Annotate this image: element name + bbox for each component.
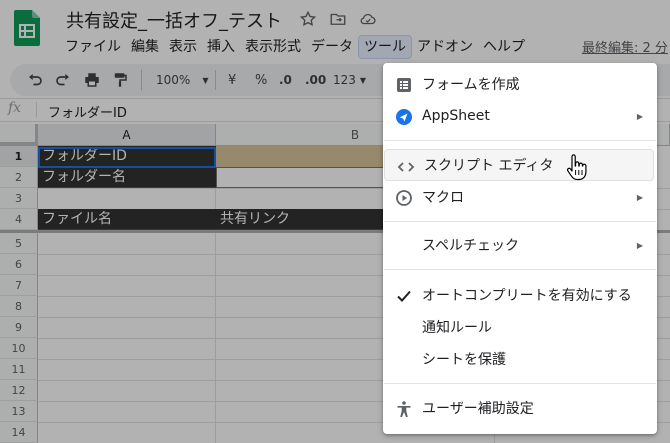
menu-item-label: スクリプト エディタ xyxy=(424,158,554,174)
menu-item-autocomplete[interactable]: オートコンプリートを有効にする xyxy=(383,279,657,311)
menu-item-accessibility[interactable]: ユーザー補助設定 xyxy=(383,392,657,424)
menu-item-label: オートコンプリートを有効にする xyxy=(422,288,632,304)
play-circle-icon xyxy=(395,189,413,207)
menu-item-appsheet[interactable]: AppSheet ▶ xyxy=(383,100,657,132)
menu-item-protect-sheet[interactable]: シートを保護 xyxy=(383,343,657,375)
menu-item-create-form[interactable]: フォームを作成 xyxy=(383,68,657,100)
menu-item-notification-rules[interactable]: 通知ルール xyxy=(383,311,657,343)
form-icon xyxy=(395,76,413,94)
hand-cursor-icon xyxy=(566,154,587,181)
accessibility-icon xyxy=(395,400,413,418)
menu-item-label: 通知ルール xyxy=(422,320,492,336)
menu-item-spellcheck[interactable]: スペルチェック ▶ xyxy=(383,229,657,261)
appsheet-icon xyxy=(395,108,413,126)
check-icon xyxy=(395,287,413,305)
menu-item-label: スペルチェック xyxy=(422,238,520,254)
submenu-arrow-icon: ▶ xyxy=(636,111,643,121)
menu-item-label: AppSheet xyxy=(422,108,490,124)
menu-item-macros[interactable]: マクロ ▶ xyxy=(383,181,657,213)
code-icon xyxy=(397,158,415,176)
submenu-arrow-icon: ▶ xyxy=(636,192,643,202)
menu-item-label: マクロ xyxy=(422,190,464,206)
submenu-arrow-icon: ▶ xyxy=(636,240,643,250)
menu-item-label: フォームを作成 xyxy=(422,77,520,93)
menu-item-label: ユーザー補助設定 xyxy=(422,401,534,417)
menu-item-label: シートを保護 xyxy=(422,352,506,368)
menu-item-script-editor[interactable]: スクリプト エディタ xyxy=(384,149,654,181)
